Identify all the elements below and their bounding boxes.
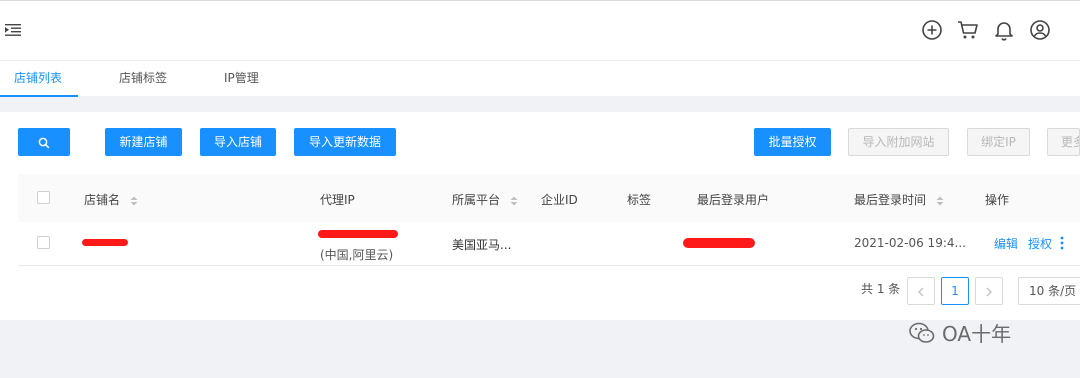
bind-ip-button[interactable]: 绑定IP <box>967 128 1030 156</box>
more-vertical-icon[interactable] <box>1059 236 1065 250</box>
tab-store-list[interactable]: 店铺列表 <box>0 61 78 97</box>
column-last-user: 最后登录用户 <box>697 193 770 207</box>
cart-icon[interactable] <box>956 18 980 42</box>
column-last-login-time[interactable]: 最后登录时间 <box>854 191 944 208</box>
column-enterprise-id: 企业ID <box>541 193 578 207</box>
chevron-left-icon <box>918 287 924 296</box>
sort-icon[interactable] <box>936 196 944 206</box>
plus-circle-icon[interactable] <box>920 18 944 42</box>
store-list-card: 新建店铺 导入店铺 导入更新数据 批量授权 导入附加网站 绑定IP 更多 店铺名… <box>0 112 1080 320</box>
column-platform[interactable]: 所属平台 <box>452 191 518 208</box>
table-row: (中国,阿里云) 美国亚马... 2021-02-06 19:4... 编辑 授… <box>18 222 1080 266</box>
select-all-checkbox[interactable] <box>37 191 50 204</box>
edit-link[interactable]: 编辑 <box>994 235 1018 252</box>
search-icon <box>38 137 50 148</box>
column-actions: 操作 <box>985 193 1010 207</box>
column-tag: 标签 <box>627 193 652 207</box>
header-actions <box>920 18 1052 42</box>
pagination-total: 共 1 条 <box>861 282 901 296</box>
tab-ip-management[interactable]: IP管理 <box>224 61 259 97</box>
top-header <box>0 0 1080 60</box>
authorize-link[interactable]: 授权 <box>1028 235 1052 252</box>
page-size-select[interactable]: 10 条/页 <box>1018 277 1080 305</box>
column-proxy-ip: 代理IP <box>320 193 355 207</box>
chevron-right-icon <box>986 287 992 296</box>
sort-icon[interactable] <box>130 196 138 206</box>
platform-cell: 美国亚马... <box>452 238 512 252</box>
new-store-button[interactable]: 新建店铺 <box>105 128 182 156</box>
column-label: 最后登录时间 <box>854 193 927 207</box>
redacted-proxy-ip <box>318 230 398 238</box>
column-store-name[interactable]: 店铺名 <box>84 191 138 208</box>
proxy-ip-location: (中国,阿里云) <box>320 248 394 262</box>
redacted-store-name <box>82 239 128 246</box>
table-header: 店铺名 代理IP 所属平台 企业ID 标签 最后登录用户 最后登录时间 操作 <box>18 174 1080 223</box>
last-login-time-cell: 2021-02-06 19:4... <box>854 236 966 250</box>
import-extra-sites-button[interactable]: 导入附加网站 <box>848 128 949 156</box>
bell-icon[interactable] <box>992 18 1016 42</box>
watermark-text: OA十年 <box>942 322 1012 346</box>
import-store-button[interactable]: 导入店铺 <box>200 128 276 156</box>
sort-icon[interactable] <box>510 196 518 206</box>
tab-store-tags[interactable]: 店铺标签 <box>119 61 167 97</box>
menu-fold-icon[interactable] <box>5 23 21 37</box>
column-label: 店铺名 <box>84 193 121 207</box>
page-tabs: 店铺列表 店铺标签 IP管理 <box>0 60 1080 97</box>
import-update-data-button[interactable]: 导入更新数据 <box>294 128 396 156</box>
next-page-button[interactable] <box>975 277 1003 305</box>
batch-authorize-button[interactable]: 批量授权 <box>754 128 831 156</box>
search-button[interactable] <box>18 128 70 156</box>
page-size-value: 10 条/页 <box>1029 284 1077 298</box>
watermark: OA十年 <box>908 318 1011 347</box>
row-checkbox[interactable] <box>37 236 50 249</box>
wechat-icon <box>909 322 935 343</box>
column-label: 所属平台 <box>452 193 501 207</box>
user-icon[interactable] <box>1028 18 1052 42</box>
more-button[interactable]: 更多 <box>1047 128 1080 156</box>
prev-page-button[interactable] <box>907 277 935 305</box>
redacted-last-user <box>683 238 755 248</box>
page-number-button[interactable]: 1 <box>941 277 969 305</box>
